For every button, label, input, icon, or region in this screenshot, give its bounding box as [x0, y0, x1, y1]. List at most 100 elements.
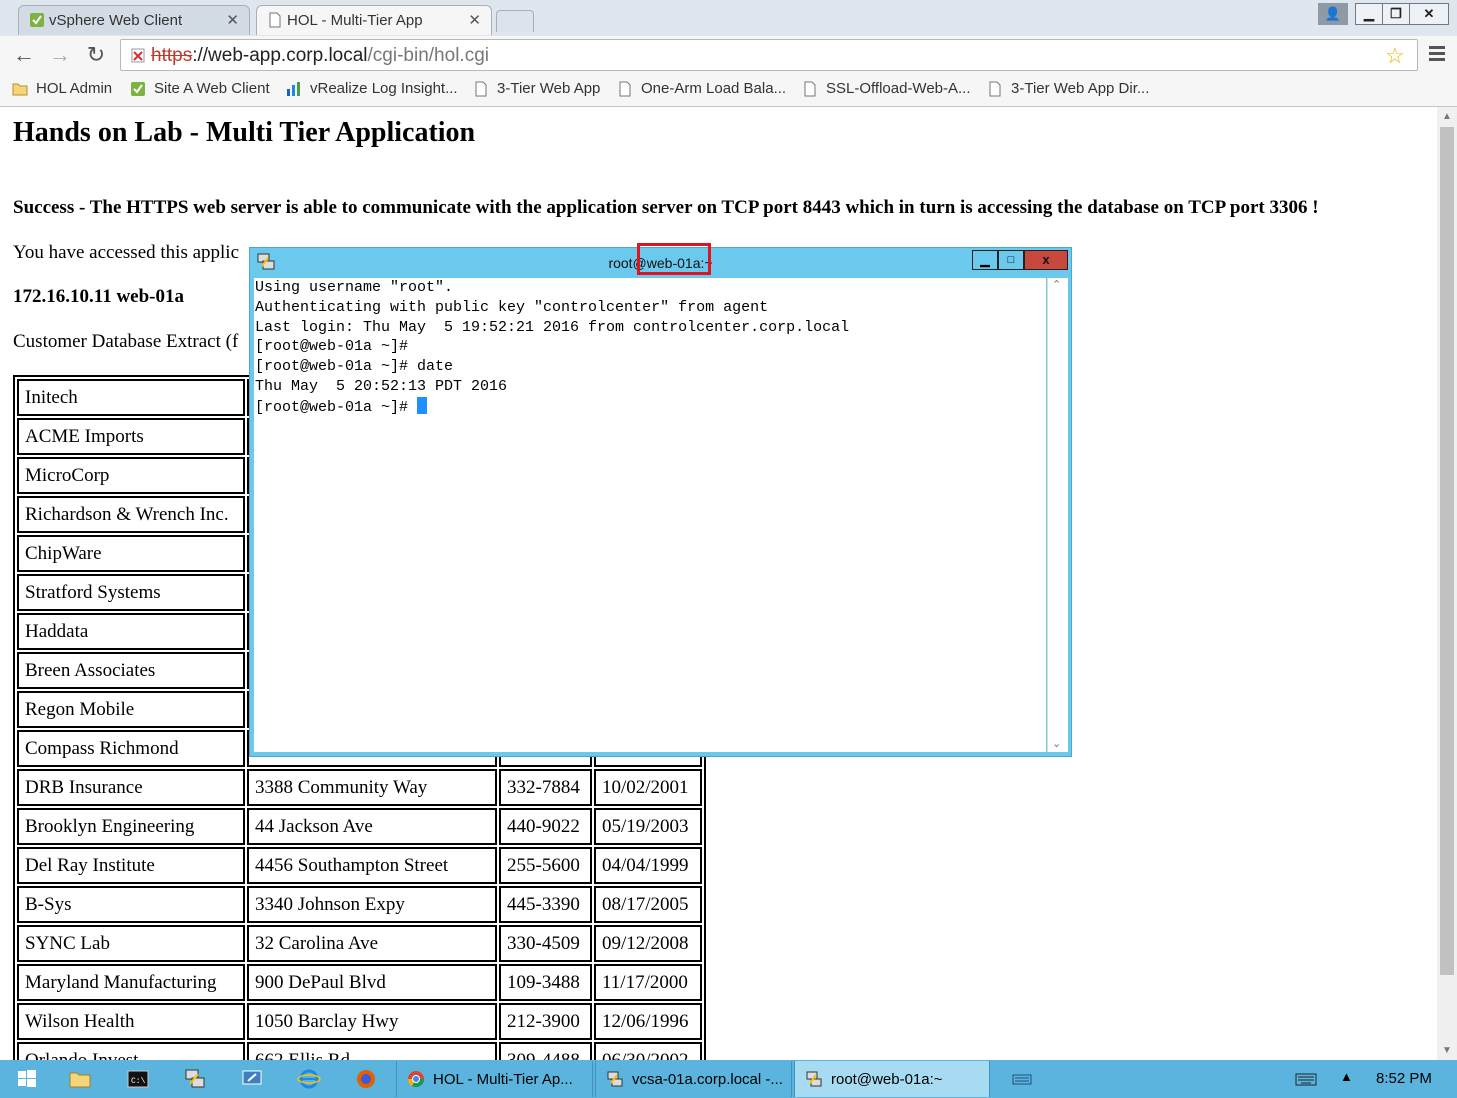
bookmark-site-a-web-client[interactable]: Site A Web Client [130, 80, 270, 97]
bookmark-vrealize-log-insight[interactable]: vRealize Log Insight... [286, 80, 458, 97]
table-row: Del Ray Institute 4456 Southampton Street… [17, 847, 702, 884]
scroll-down-icon[interactable]: ⌄ [1052, 737, 1061, 750]
table-cell: Stratford Systems [17, 574, 245, 611]
table-cell: ACME Imports [17, 418, 245, 455]
taskbar-task-chrome[interactable]: HOL - Multi-Tier Ap... [396, 1061, 593, 1097]
user-profile-icon[interactable]: 👤 [1318, 3, 1348, 25]
table-cell: 440-9022 [499, 808, 592, 845]
terminal-line: Using username "root". [255, 279, 454, 296]
forward-button[interactable]: → [46, 41, 74, 69]
table-cell: 08/17/2005 [594, 886, 702, 923]
table-cell: Wilson Health [17, 1003, 245, 1040]
table-row: Wilson Health 1050 Barclay Hwy 212-3900 12/… [17, 1003, 702, 1040]
bookmark-label: One-Arm Load Bala... [641, 80, 787, 97]
bookmark-label: vRealize Log Insight... [310, 80, 458, 97]
browser-titlebar: vSphere Web Client ✕ HOL - Multi-Tier Ap… [0, 0, 1457, 37]
bookmark-label: Site A Web Client [154, 80, 270, 97]
start-button-icon[interactable] [15, 1067, 39, 1091]
bookmark-hol-admin[interactable]: HOL Admin [12, 80, 112, 97]
internet-explorer-icon[interactable] [297, 1067, 321, 1091]
command-prompt-icon[interactable]: C:\ [126, 1067, 150, 1091]
windows-taskbar: C:\ HOL - Multi-Tier Ap... vcsa-01a.corp… [0, 1060, 1457, 1098]
tab-close-icon[interactable]: ✕ [226, 11, 239, 29]
table-cell: Initech [17, 379, 245, 416]
chrome-menu-icon[interactable] [1428, 44, 1446, 62]
page-icon [989, 81, 1001, 96]
page-title: Hands on Lab - Multi Tier Application [13, 117, 476, 148]
table-cell: 662 Ellis Rd [247, 1042, 497, 1060]
address-bar[interactable]: https://web-app.corp.local/cgi-bin/hol.c… [120, 39, 1418, 71]
keyboard-icon[interactable] [1010, 1067, 1034, 1091]
tab-close-icon[interactable]: ✕ [468, 11, 481, 29]
new-tab-button[interactable] [496, 10, 534, 32]
taskbar-clock[interactable]: 8:52 PM [1376, 1070, 1432, 1087]
window-minimize-button[interactable]: ▁ [1355, 3, 1383, 25]
putty-minimize-button[interactable]: ▁ [972, 250, 998, 270]
terminal-cursor [417, 396, 428, 414]
table-cell: Del Ray Institute [17, 847, 245, 884]
table-cell: 11/17/2000 [594, 964, 702, 1001]
insecure-lock-icon[interactable] [129, 46, 147, 64]
bookmark-ssl-offload-web-app[interactable]: SSL-Offload-Web-A... [802, 80, 971, 97]
terminal-line: [root@web-01a ~]# date [255, 358, 454, 376]
tab-label: vSphere Web Client [49, 12, 183, 29]
scroll-down-icon[interactable]: ▼ [1442, 1045, 1452, 1056]
file-explorer-icon[interactable] [68, 1067, 92, 1091]
tab-vsphere-web-client[interactable]: vSphere Web Client ✕ [18, 5, 250, 35]
table-cell: 04/04/1999 [594, 847, 702, 884]
tab-label: HOL - Multi-Tier App [287, 12, 423, 29]
url-path: /cgi-bin/hol.cgi [367, 45, 489, 66]
success-message: Success - The HTTPS web server is able t… [13, 197, 1319, 218]
bookmark-one-arm-load-balancer[interactable]: One-Arm Load Bala... [617, 80, 786, 97]
putty-maximize-button[interactable]: □ [998, 250, 1024, 270]
folder-icon [12, 83, 28, 95]
browser-toolbar: ← → ↻ https://web-app.corp.local/cgi-bin… [0, 36, 1457, 74]
putty-close-button[interactable]: x [1024, 250, 1068, 270]
terminal-output[interactable]: Using username "root". Authenticating wi… [254, 278, 1046, 752]
show-hidden-icons-icon[interactable]: ▲ [1340, 1069, 1353, 1084]
table-cell: Compass Richmond [17, 730, 245, 767]
bookmark-label: HOL Admin [36, 80, 113, 97]
url-host: ://web-app.corp.local [192, 45, 368, 66]
url-text[interactable]: https://web-app.corp.local/cgi-bin/hol.c… [151, 45, 489, 67]
table-cell: 332-7884 [499, 769, 592, 806]
table-cell: 10/02/2001 [594, 769, 702, 806]
scroll-up-icon[interactable]: ⌃ [1052, 278, 1061, 291]
touch-keyboard-icon[interactable] [1294, 1067, 1318, 1091]
reload-button[interactable]: ↻ [82, 41, 110, 69]
table-cell: Regon Mobile [17, 691, 245, 728]
table-cell: 4456 Southampton Street [247, 847, 497, 884]
table-cell: ChipWare [17, 535, 245, 572]
page-scrollbar[interactable]: ▲ ▼ [1437, 107, 1457, 1060]
table-cell: 05/19/2003 [594, 808, 702, 845]
bookmark-3-tier-web-app-dir[interactable]: 3-Tier Web App Dir... [987, 80, 1149, 97]
window-close-button[interactable]: ✕ [1409, 3, 1449, 25]
terminal-scrollbar[interactable]: ⌃ ⌄ [1047, 278, 1068, 752]
page-icon [804, 81, 816, 96]
terminal-line: Authenticating with public key "controlc… [255, 298, 769, 316]
putty-window[interactable]: root@web-01a:~ ▁ □ x Using username "roo… [249, 247, 1072, 757]
table-cell: 32 Carolina Ave [247, 925, 497, 962]
tab-hol-multi-tier-app[interactable]: HOL - Multi-Tier App ✕ [256, 5, 492, 35]
access-info: You have accessed this applic [13, 242, 240, 263]
table-cell: 330-4509 [499, 925, 592, 962]
taskbar-task-vcsa-putty[interactable]: vcsa-01a.corp.local -... [595, 1061, 792, 1097]
terminal-line: Thu May 5 20:52:13 PDT 2016 [255, 377, 508, 395]
window-restore-button[interactable]: ❐ [1382, 3, 1410, 25]
highlight-annotation-box [637, 243, 711, 275]
putty-taskbar-icon[interactable] [183, 1067, 207, 1091]
putty-icon [806, 1071, 822, 1087]
task-label: root@web-01a:~ [831, 1070, 943, 1088]
table-cell: 3388 Community Way [247, 769, 497, 806]
bookmark-star-icon[interactable]: ☆ [1385, 43, 1405, 69]
back-button[interactable]: ← [10, 41, 38, 69]
remote-desktop-icon[interactable] [240, 1067, 264, 1091]
table-cell: Haddata [17, 613, 245, 650]
bookmark-3-tier-web-app[interactable]: 3-Tier Web App [473, 80, 600, 97]
taskbar-task-web-01a-putty[interactable]: root@web-01a:~ [794, 1061, 990, 1097]
table-cell: 12/06/1996 [594, 1003, 702, 1040]
firefox-icon[interactable] [354, 1067, 378, 1091]
table-cell: 900 DePaul Blvd [247, 964, 497, 1001]
scrollbar-thumb[interactable] [1440, 127, 1454, 975]
scroll-up-icon[interactable]: ▲ [1442, 111, 1452, 122]
